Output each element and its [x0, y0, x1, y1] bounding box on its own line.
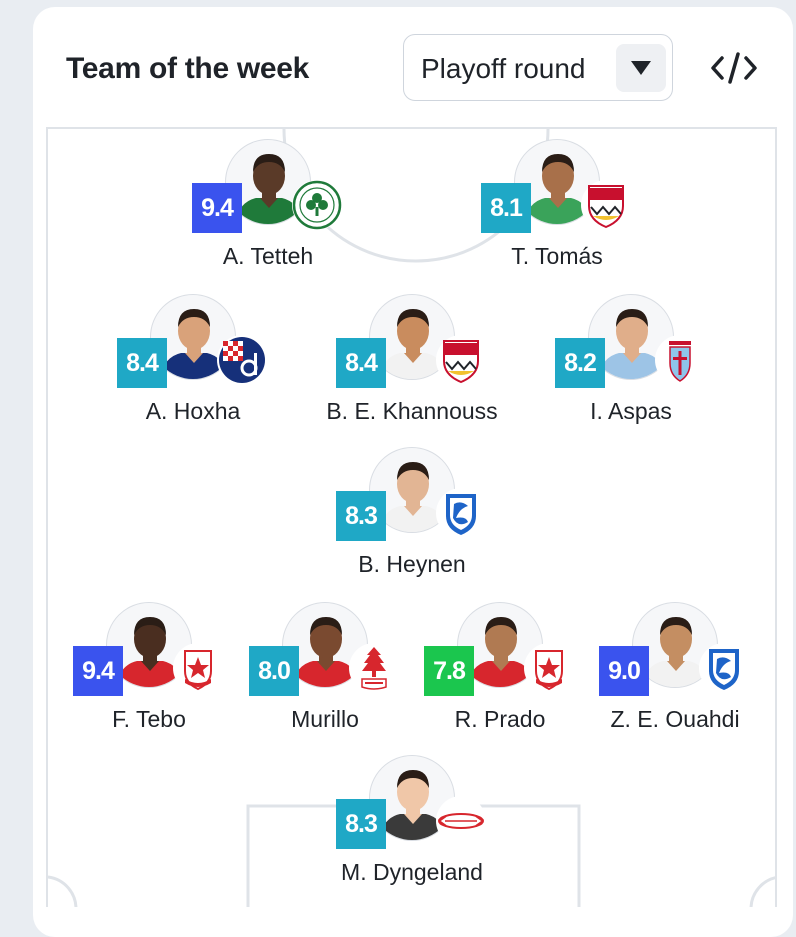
player-rating: 7.8: [424, 646, 474, 696]
player-card[interactable]: 8.4 A. Hoxha: [117, 294, 267, 424]
player-card[interactable]: 9.0 Z. E. Ouahdi: [599, 602, 749, 732]
player-rating: 8.4: [336, 338, 386, 388]
player-card[interactable]: 8.2 I. Aspas: [555, 294, 705, 424]
celta-vigo-crest-icon: [655, 335, 705, 385]
vfb-stuttgart-crest-icon: [436, 335, 486, 385]
red-star-crest-icon: [173, 643, 223, 693]
player-rating: 8.3: [336, 799, 386, 849]
player-name[interactable]: M. Dyngeland: [292, 859, 532, 886]
vfb-stuttgart-crest-icon: [581, 180, 631, 230]
player-rating: 9.4: [73, 646, 123, 696]
player-name[interactable]: Z. E. Ouahdi: [555, 706, 795, 733]
player-name[interactable]: T. Tomás: [437, 243, 677, 270]
player-name[interactable]: B. Heynen: [292, 551, 532, 578]
chevron-down-icon[interactable]: [616, 44, 666, 92]
player-card[interactable]: 8.3 B. Heynen: [336, 447, 486, 577]
genk-crest-icon: [699, 643, 749, 693]
player-card[interactable]: 9.4 A. Tetteh: [192, 139, 342, 269]
player-card[interactable]: 8.1 T. Tomás: [481, 139, 631, 269]
player-card[interactable]: 7.8 R. Prado: [424, 602, 574, 732]
genk-crest-icon: [436, 488, 486, 538]
player-rating: 8.2: [555, 338, 605, 388]
player-name[interactable]: I. Aspas: [511, 398, 751, 425]
player-rating: 8.3: [336, 491, 386, 541]
player-name[interactable]: B. E. Khannouss: [292, 398, 532, 425]
player-card[interactable]: 8.3 M. Dyngeland: [336, 755, 486, 885]
player-card[interactable]: 8.4 B. E. Khannouss: [326, 294, 498, 424]
dinamo-zagreb-crest-icon: [217, 335, 267, 385]
player-name[interactable]: A. Hoxha: [73, 398, 313, 425]
player-rating: 8.0: [249, 646, 299, 696]
player-card[interactable]: 8.0 Murillo: [249, 602, 399, 732]
embed-code-icon[interactable]: [710, 50, 758, 86]
widget-title: Team of the week: [66, 52, 310, 85]
nottingham-forest-crest-icon: [349, 643, 399, 693]
round-select[interactable]: Playoff round: [403, 34, 673, 101]
panathinaikos-crest-icon: [292, 180, 342, 230]
red-star-crest-icon: [524, 643, 574, 693]
player-rating: 9.4: [192, 183, 242, 233]
player-rating: 9.0: [599, 646, 649, 696]
round-select-value: Playoff round: [421, 53, 586, 84]
player-card[interactable]: 9.4 F. Tebo: [73, 602, 223, 732]
player-name[interactable]: A. Tetteh: [148, 243, 388, 270]
player-rating: 8.1: [481, 183, 531, 233]
brann-crest-icon: [436, 796, 486, 846]
player-rating: 8.4: [117, 338, 167, 388]
